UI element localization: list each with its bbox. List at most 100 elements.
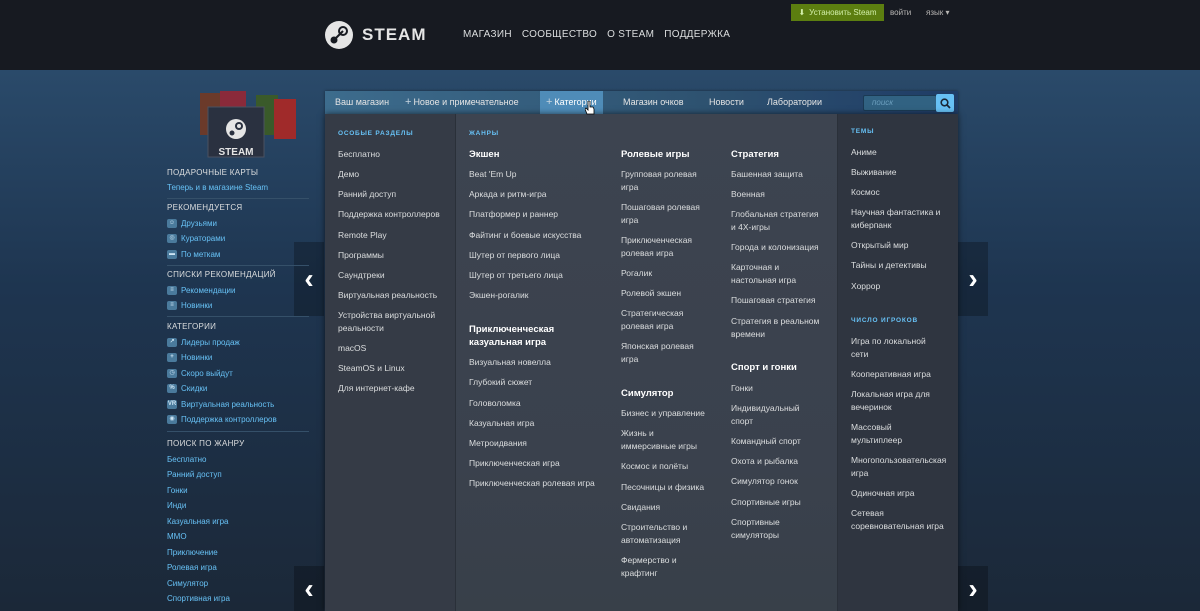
special-vr-devices[interactable]: Устройства виртуальной <box>338 309 435 322</box>
giftcards-link[interactable]: Теперь и в магазине Steam <box>167 183 268 192</box>
players-mmo[interactable]: Массовый <box>851 421 892 434</box>
sports-games[interactable]: Спортивные игры <box>731 496 801 509</box>
adventure-visual-novel[interactable]: Визуальная новелла <box>469 356 551 369</box>
carousel2-prev-arrow[interactable]: ‹ <box>294 566 324 611</box>
store-nav-points-shop[interactable]: Магазин очков <box>623 91 684 114</box>
adventure-puzzle[interactable]: Головоломка <box>469 397 521 410</box>
action-platformer[interactable]: Платформер и раннер <box>469 208 558 221</box>
rpg-jrpg[interactable]: Японская ролевая <box>621 340 694 353</box>
genre-link-free[interactable]: Бесплатно <box>167 455 207 464</box>
sidebar-item-tags[interactable]: ▬ По меткам <box>167 250 220 259</box>
strategy-card-line2[interactable]: настольная игра <box>731 274 796 287</box>
sim-life[interactable]: Жизнь и <box>621 427 654 440</box>
special-software[interactable]: Программы <box>338 249 384 262</box>
rpg-strategy[interactable]: Стратегическая <box>621 307 683 320</box>
nav-about[interactable]: О STEAM <box>607 29 654 40</box>
carousel-next-arrow[interactable]: › <box>958 242 988 316</box>
action-arcade[interactable]: Аркада и ритм-игра <box>469 188 547 201</box>
install-steam-button[interactable]: ⬇ Установить Steam <box>791 4 884 21</box>
players-lan-line2[interactable]: сети <box>851 348 868 361</box>
sidebar-item-specials[interactable]: % Скидки <box>167 384 207 393</box>
nav-support[interactable]: ПОДДЕРЖКА <box>664 29 730 40</box>
special-free[interactable]: Бесплатно <box>338 148 380 161</box>
players-lan[interactable]: Игра по локальной <box>851 335 926 348</box>
theme-mystery[interactable]: Тайны и детективы <box>851 259 927 272</box>
nav-store[interactable]: МАГАЗИН <box>463 29 512 40</box>
genre-group-action[interactable]: Экшен <box>469 148 499 161</box>
sidebar-item-upcoming[interactable]: ◷ Скоро выйдут <box>167 369 233 378</box>
sports-sim-line2[interactable]: симуляторы <box>731 529 779 542</box>
special-vr-devices-line2[interactable]: реальности <box>338 322 384 335</box>
sidebar-item-top-sellers[interactable]: ↗ Лидеры продаж <box>167 338 240 347</box>
sim-building[interactable]: Строительство и <box>621 521 687 534</box>
special-internet-cafe[interactable]: Для интернет-кафе <box>338 382 415 395</box>
adventure-story-rich[interactable]: Глубокий сюжет <box>469 376 532 389</box>
special-demo[interactable]: Демо <box>338 168 359 181</box>
rpg-party[interactable]: Групповая ролевая <box>621 168 697 181</box>
theme-open-world[interactable]: Открытый мир <box>851 239 909 252</box>
genre-link-rpg[interactable]: Ролевая игра <box>167 563 217 572</box>
store-nav-new[interactable]: + Новое и примечательное <box>405 91 519 114</box>
theme-scifi-line2[interactable]: киберпанк <box>851 219 891 232</box>
sidebar-item-curators[interactable]: ◎ Кураторами <box>167 234 225 243</box>
sim-space[interactable]: Космос и полёты <box>621 460 688 473</box>
players-singleplayer[interactable]: Одиночная игра <box>851 487 914 500</box>
players-multiplayer[interactable]: Многопользовательская <box>851 454 946 467</box>
rpg-jrpg-line2[interactable]: игра <box>621 353 638 366</box>
search-button[interactable] <box>936 94 954 112</box>
players-mmo-line2[interactable]: мультиплеер <box>851 434 902 447</box>
action-roguelike[interactable]: Экшен-рогалик <box>469 289 528 302</box>
sports-racing[interactable]: Гонки <box>731 382 753 395</box>
sidebar-item-new-list[interactable]: ≡ Новинки <box>167 301 212 310</box>
genre-group-sports[interactable]: Спорт и гонки <box>731 361 797 374</box>
genre-group-strategy[interactable]: Стратегия <box>731 148 779 161</box>
special-early-access[interactable]: Ранний доступ <box>338 188 396 201</box>
rpg-adventure-line2[interactable]: ролевая игра <box>621 247 673 260</box>
players-competitive-line2[interactable]: соревновательная игра <box>851 520 944 533</box>
action-tps[interactable]: Шутер от третьего лица <box>469 269 563 282</box>
sports-individual-line2[interactable]: спорт <box>731 415 753 428</box>
strategy-rts[interactable]: Стратегия в реальном <box>731 315 819 328</box>
action-fighting[interactable]: Файтинг и боевые искусства <box>469 229 581 242</box>
sim-business[interactable]: Бизнес и управление <box>621 407 705 420</box>
sports-sim[interactable]: Спортивные <box>731 516 780 529</box>
sidebar-item-controller[interactable]: ◉ Поддержка контроллеров <box>167 415 277 424</box>
sports-team[interactable]: Командный спорт <box>731 435 801 448</box>
special-macos[interactable]: macOS <box>338 342 366 355</box>
rpg-roguelike[interactable]: Рогалик <box>621 267 652 280</box>
strategy-tower-defense[interactable]: Башенная защита <box>731 168 803 181</box>
players-coop[interactable]: Кооперативная игра <box>851 368 931 381</box>
players-competitive[interactable]: Сетевая <box>851 507 884 520</box>
strategy-grand[interactable]: Глобальная стратегия <box>731 208 818 221</box>
players-local-party-line2[interactable]: вечеринок <box>851 401 892 414</box>
nav-community[interactable]: СООБЩЕСТВО <box>522 29 597 40</box>
rpg-action[interactable]: Ролевой экшен <box>621 287 681 300</box>
strategy-city-builder[interactable]: Города и колонизация <box>731 241 819 254</box>
rpg-turn-based[interactable]: Пошаговая ролевая <box>621 201 700 214</box>
sidebar-item-new-releases[interactable]: + Новинки <box>167 353 212 362</box>
theme-anime[interactable]: Аниме <box>851 146 877 159</box>
carousel2-next-arrow[interactable]: › <box>958 566 988 611</box>
strategy-turn-based[interactable]: Пошаговая стратегия <box>731 294 816 307</box>
strategy-military[interactable]: Военная <box>731 188 765 201</box>
adventure-rpg[interactable]: Приключенческая ролевая игра <box>469 477 595 490</box>
sidebar-item-recommendations[interactable]: ≡ Рекомендации <box>167 286 235 295</box>
sports-racing-sim[interactable]: Симулятор гонок <box>731 475 798 488</box>
sim-building-line2[interactable]: автоматизация <box>621 534 680 547</box>
sim-farming[interactable]: Фермерство и <box>621 554 677 567</box>
rpg-adventure[interactable]: Приключенческая <box>621 234 692 247</box>
strategy-grand-line2[interactable]: и 4X-игры <box>731 221 770 234</box>
genre-group-adventure-line2[interactable]: казуальная игра <box>469 336 546 349</box>
genre-link-adventure[interactable]: Приключение <box>167 548 218 557</box>
sim-farming-line2[interactable]: крафтинг <box>621 567 657 580</box>
players-multiplayer-line2[interactable]: игра <box>851 467 868 480</box>
special-soundtracks[interactable]: Саундтреки <box>338 269 385 282</box>
theme-survival[interactable]: Выживание <box>851 166 897 179</box>
special-remote-play[interactable]: Remote Play <box>338 229 387 242</box>
rpg-turn-based-line2[interactable]: игра <box>621 214 638 227</box>
adventure-metroidvania[interactable]: Метроидвания <box>469 437 527 450</box>
genre-link-racing[interactable]: Гонки <box>167 486 188 495</box>
genre-link-sports[interactable]: Спортивная игра <box>167 594 230 603</box>
store-nav-news[interactable]: Новости <box>709 91 744 114</box>
genre-group-rpg[interactable]: Ролевые игры <box>621 148 689 161</box>
